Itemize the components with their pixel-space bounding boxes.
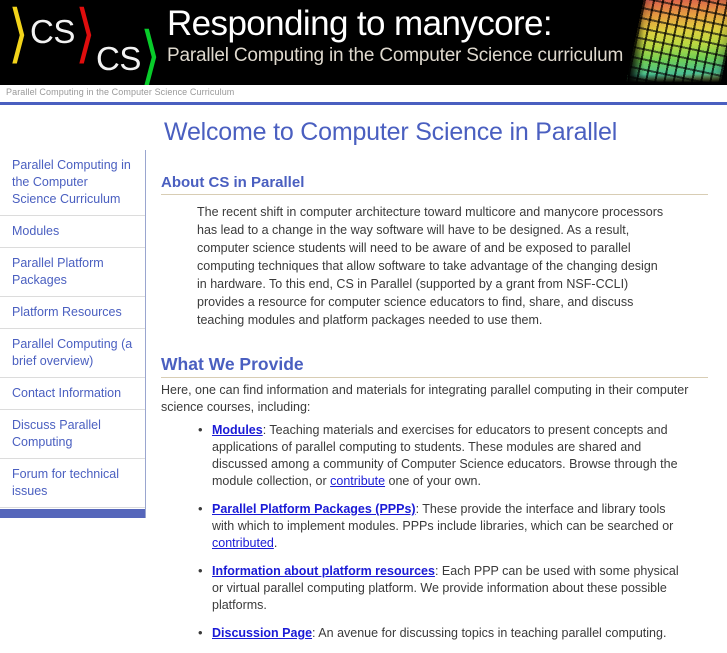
sidebar-item-curriculum[interactable]: Parallel Computing in the Computer Scien… [0, 150, 145, 216]
list-item: Modules: Teaching materials and exercise… [198, 421, 682, 490]
main-content: Welcome to Computer Science in Parallel … [160, 105, 708, 653]
bracket-red-icon: ⟩ [75, 0, 97, 71]
section-heading-what-we-provide: What We Provide [161, 354, 708, 378]
list-item: Information about platform resources: Ea… [198, 562, 682, 614]
page-title: Welcome to Computer Science in Parallel [164, 118, 618, 146]
logo-cs-upper: CS [30, 13, 75, 50]
link-discussion-page[interactable]: Discussion Page [212, 626, 312, 640]
list-item: Discussion Page: An avenue for discussin… [198, 624, 682, 642]
breadcrumb[interactable]: Parallel Computing in the Computer Scien… [6, 87, 234, 97]
breadcrumb-strip: Parallel Computing in the Computer Scien… [0, 85, 727, 102]
sidebar-bottom-bar [0, 509, 145, 518]
site-banner: ⟩ CS ⟩ CS ⟩ Responding to manycore: Para… [0, 0, 727, 85]
about-paragraph: The recent shift in computer architectur… [197, 205, 664, 327]
section-heading-about: About CS in Parallel [161, 173, 708, 195]
sidebar-item-parallel-platform-packages[interactable]: Parallel Platform Packages [0, 248, 145, 297]
banner-title: Responding to manycore: [167, 4, 553, 43]
wafer-fade-bottom [620, 74, 727, 85]
provide-list: Modules: Teaching materials and exercise… [160, 421, 708, 642]
cs-in-parallel-logo[interactable]: ⟩ CS ⟩ CS ⟩ [6, 0, 166, 85]
wafer-fade-left [628, 0, 644, 85]
sidebar-item-forum[interactable]: Forum for technical issues [0, 459, 145, 508]
link-platform-resources[interactable]: Information about platform resources [212, 564, 435, 578]
sidebar-nav: Parallel Computing in the Computer Scien… [0, 150, 146, 518]
link-contributed[interactable]: contributed [212, 536, 274, 550]
banner-subtitle: Parallel Computing in the Computer Scien… [167, 45, 624, 66]
list-item-text: : An avenue for discussing topics in tea… [312, 626, 667, 640]
link-contribute[interactable]: contribute [330, 474, 385, 488]
list-item: Parallel Platform Packages (PPPs): These… [198, 500, 682, 552]
link-modules[interactable]: Modules [212, 423, 263, 437]
page-body: Parallel Computing in the Computer Scien… [0, 105, 727, 641]
logo-cs-lower: CS [96, 40, 141, 77]
provide-intro-paragraph: Here, one can find information and mater… [161, 383, 689, 414]
sidebar-item-parallel-computing-overview[interactable]: Parallel Computing (a brief overview) [0, 329, 145, 378]
banner-text-block: Responding to manycore: Parallel Computi… [167, 4, 637, 68]
bracket-green-icon: ⟩ [140, 18, 162, 85]
link-parallel-platform-packages[interactable]: Parallel Platform Packages (PPPs) [212, 502, 416, 516]
bracket-yellow-icon: ⟩ [8, 0, 30, 71]
sidebar-item-discuss-parallel-computing[interactable]: Discuss Parallel Computing [0, 410, 145, 459]
list-item-text-tail: one of your own. [385, 474, 481, 488]
sidebar-item-contact-information[interactable]: Contact Information [0, 378, 145, 410]
sidebar-item-platform-resources[interactable]: Platform Resources [0, 297, 145, 329]
sidebar-item-modules[interactable]: Modules [0, 216, 145, 248]
list-item-text-tail: . [273, 536, 278, 550]
